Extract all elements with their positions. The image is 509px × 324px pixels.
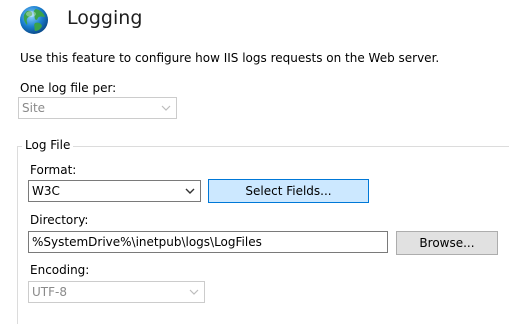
directory-label: Directory: xyxy=(30,213,89,227)
log-per-select[interactable]: Site xyxy=(18,97,177,119)
page-title: Logging xyxy=(67,7,143,29)
chevron-down-icon xyxy=(161,98,171,118)
page-description: Use this feature to configure how IIS lo… xyxy=(20,51,440,65)
encoding-label: Encoding: xyxy=(30,263,90,277)
chevron-down-icon xyxy=(185,181,195,201)
browse-button[interactable]: Browse... xyxy=(396,231,498,255)
encoding-value: UTF-8 xyxy=(32,285,67,299)
chevron-down-icon xyxy=(189,282,199,302)
directory-input[interactable]: %SystemDrive%\inetpub\logs\LogFiles xyxy=(28,231,388,253)
encoding-select[interactable]: UTF-8 xyxy=(28,281,205,303)
format-select[interactable]: W3C xyxy=(28,180,201,202)
format-value: W3C xyxy=(32,184,60,198)
select-fields-button[interactable]: Select Fields... xyxy=(208,179,369,203)
log-per-value: Site xyxy=(22,101,46,115)
log-file-group-title: Log File xyxy=(22,138,74,153)
format-label: Format: xyxy=(30,163,77,177)
log-per-label: One log file per: xyxy=(20,81,117,95)
globe-icon xyxy=(18,4,50,36)
